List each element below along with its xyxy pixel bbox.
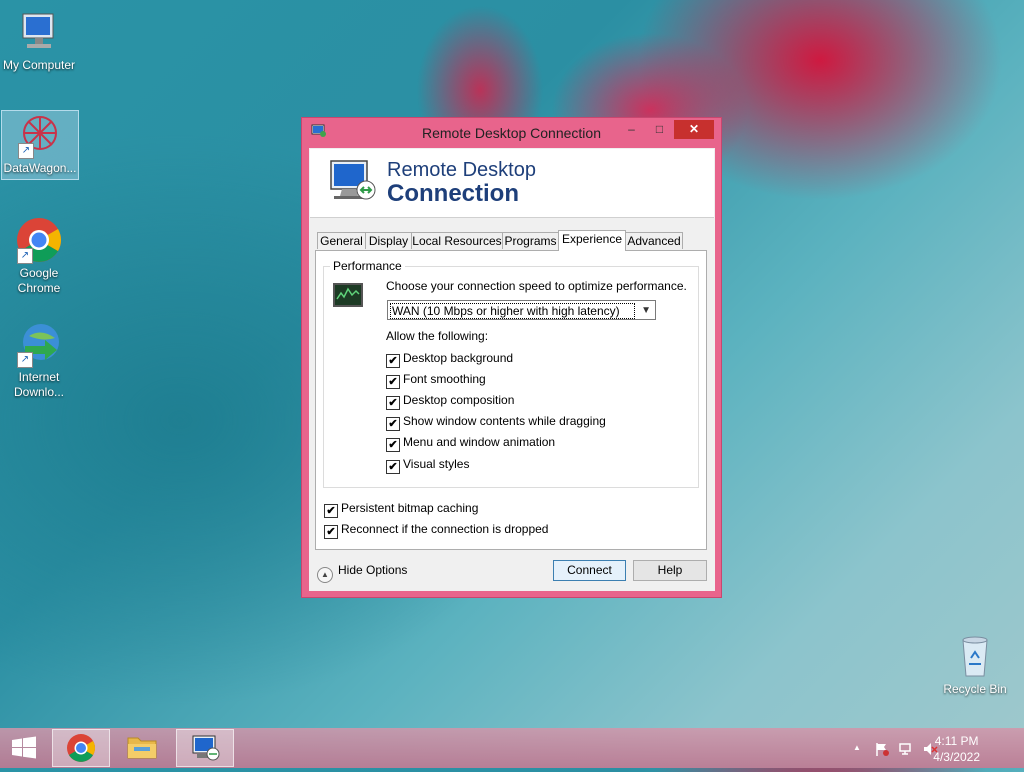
- datawagon-icon: ↗: [16, 111, 64, 159]
- remote-desktop-icon: [328, 158, 378, 211]
- tab-local-resources[interactable]: Local Resources: [411, 232, 503, 249]
- performance-group: Performance Choose your connection speed…: [323, 259, 699, 488]
- shortcut-arrow-icon: ↗: [18, 143, 34, 159]
- speed-instruction: Choose your connection speed to optimize…: [386, 279, 687, 293]
- desktop-icon-label: My Computer: [2, 58, 76, 72]
- experience-panel: Performance Choose your connection speed…: [315, 250, 707, 550]
- minimize-button[interactable]: –: [618, 120, 645, 139]
- visual-styles-checkbox[interactable]: ✔ Visual styles: [386, 457, 469, 474]
- maximize-button[interactable]: □: [646, 120, 673, 139]
- action-center-flag-icon[interactable]: [874, 741, 890, 760]
- checkbox-box: ✔: [324, 504, 338, 518]
- hide-options-button[interactable]: ▲ Hide Options: [317, 563, 407, 583]
- tab-display[interactable]: Display: [365, 232, 412, 249]
- checkbox-label: Desktop composition: [403, 393, 515, 407]
- shortcut-arrow-icon: ↗: [17, 248, 33, 264]
- desktop-icon-recycle-bin[interactable]: Recycle Bin: [937, 632, 1013, 697]
- window-client-area: Remote Desktop Connection General Displa…: [309, 148, 715, 591]
- desktop-composition-checkbox[interactable]: ✔ Desktop composition: [386, 393, 514, 410]
- remote-desktop-window: Remote Desktop Connection – □ ✕ Remote D…: [301, 117, 722, 598]
- clock[interactable]: 4:11 PM 4/3/2022: [933, 733, 980, 765]
- shortcut-arrow-icon: ↗: [17, 352, 33, 368]
- desktop-icon-google-chrome[interactable]: ↗ Google Chrome: [1, 216, 77, 296]
- chrome-icon: [67, 734, 95, 762]
- network-icon[interactable]: [898, 741, 914, 760]
- desktop-icon-label: Internet Downlo...: [13, 370, 65, 399]
- desktop-icon-label: DataWagon...: [3, 161, 77, 175]
- checkbox-box: ✔: [386, 417, 400, 431]
- chevron-down-icon: ▼: [641, 305, 651, 316]
- checkbox-box: ✔: [386, 375, 400, 389]
- desktop-icon-label: Google Chrome: [17, 266, 61, 295]
- reconnect-checkbox[interactable]: ✔ Reconnect if the connection is dropped: [324, 522, 548, 539]
- checkbox-label: Persistent bitmap caching: [341, 501, 479, 515]
- tab-advanced[interactable]: Advanced: [625, 232, 683, 249]
- tab-experience[interactable]: Experience: [558, 230, 626, 251]
- help-button[interactable]: Help: [633, 560, 707, 581]
- checkbox-label: Show window contents while dragging: [403, 414, 606, 428]
- banner-title-line1: Remote Desktop: [387, 159, 536, 181]
- window-contents-dragging-checkbox[interactable]: ✔ Show window contents while dragging: [386, 414, 606, 431]
- clock-time: 4:11 PM: [934, 734, 979, 748]
- desktop-icon-datawagon[interactable]: ↗ DataWagon...: [1, 110, 79, 180]
- windows-logo-icon: [12, 736, 36, 759]
- taskbar-chrome[interactable]: [52, 729, 110, 767]
- checkbox-label: Font smoothing: [403, 372, 486, 386]
- banner: Remote Desktop Connection: [310, 149, 714, 218]
- connection-speed-value: WAN (10 Mbps or higher with high latency…: [390, 303, 635, 319]
- recycle-bin-icon: [951, 632, 999, 680]
- title-bar[interactable]: Remote Desktop Connection – □ ✕: [302, 118, 721, 146]
- tab-general[interactable]: General: [317, 232, 366, 249]
- menu-window-animation-checkbox[interactable]: ✔ Menu and window animation: [386, 435, 555, 452]
- banner-title-line2: Connection: [387, 180, 519, 207]
- close-button[interactable]: ✕: [674, 120, 714, 139]
- font-smoothing-checkbox[interactable]: ✔ Font smoothing: [386, 372, 486, 389]
- desktop-icon-my-computer[interactable]: My Computer: [1, 8, 77, 73]
- checkbox-box: ✔: [386, 354, 400, 368]
- connect-button[interactable]: Connect: [553, 560, 626, 581]
- desktop-icon-label: Recycle Bin: [943, 682, 1007, 696]
- checkbox-box: ✔: [386, 438, 400, 452]
- checkbox-label: Visual styles: [403, 457, 470, 471]
- persistent-bitmap-caching-checkbox[interactable]: ✔ Persistent bitmap caching: [324, 501, 478, 518]
- chevron-up-icon: ▲: [317, 567, 333, 583]
- connection-speed-icon: [333, 283, 363, 307]
- allow-label: Allow the following:: [386, 329, 489, 343]
- checkbox-label: Reconnect if the connection is dropped: [341, 522, 549, 536]
- computer-icon: [15, 8, 63, 56]
- tab-programs[interactable]: Programs: [502, 232, 559, 249]
- checkbox-box: ✔: [386, 396, 400, 410]
- taskbar-file-explorer[interactable]: [114, 729, 172, 767]
- remote-desktop-icon: [192, 735, 220, 761]
- checkbox-box: ✔: [386, 460, 400, 474]
- checkbox-label: Desktop background: [403, 351, 514, 365]
- desktop-background-checkbox[interactable]: ✔ Desktop background: [386, 351, 513, 368]
- taskbar: ▲ 4:11 PM 4/3/2022: [0, 728, 1024, 768]
- chrome-icon: ↗: [15, 216, 63, 264]
- hide-options-label: Hide Options: [338, 563, 408, 577]
- show-hidden-icons-button[interactable]: ▲: [853, 743, 861, 752]
- checkbox-label: Menu and window animation: [403, 435, 556, 449]
- folder-icon: [127, 737, 157, 759]
- internet-download-manager-icon: ↗: [15, 320, 63, 368]
- checkbox-box: ✔: [324, 525, 338, 539]
- start-button[interactable]: [0, 729, 48, 767]
- taskbar-remote-desktop[interactable]: [176, 729, 234, 767]
- clock-date: 4/3/2022: [933, 750, 980, 764]
- performance-group-label: Performance: [330, 259, 405, 273]
- desktop-icon-internet-download-manager[interactable]: ↗ Internet Downlo...: [1, 320, 77, 400]
- connection-speed-dropdown[interactable]: WAN (10 Mbps or higher with high latency…: [387, 300, 656, 320]
